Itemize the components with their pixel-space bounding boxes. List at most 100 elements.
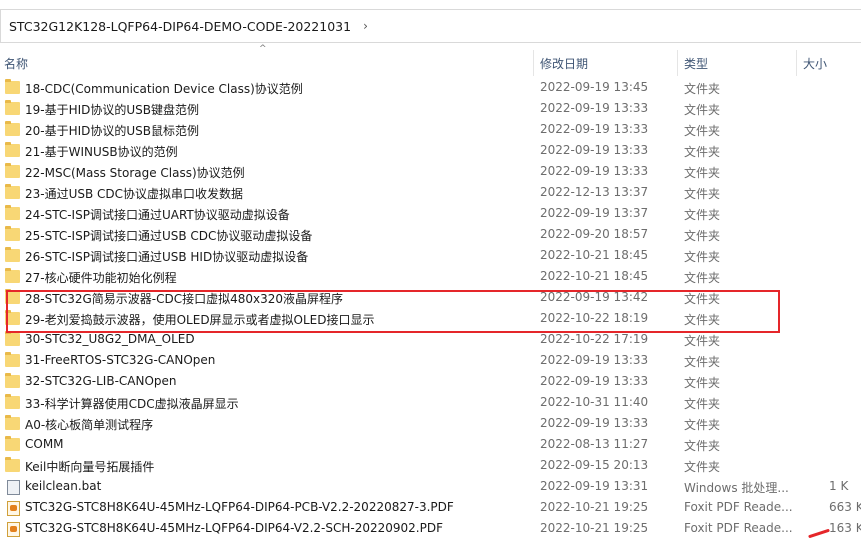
file-list-row[interactable]: 20-基于HID协议的USB鼠标范例 2022-09-19 13:33 文件夹 xyxy=(0,119,861,140)
file-name[interactable]: Keil中断向量号拓展插件 xyxy=(25,458,154,475)
folder-icon xyxy=(5,226,20,241)
file-name[interactable]: 20-基于HID协议的USB鼠标范例 xyxy=(25,122,199,139)
file-type: Foxit PDF Reade... xyxy=(684,500,793,514)
column-header-size[interactable]: 大小 xyxy=(803,55,827,72)
folder-icon xyxy=(5,436,20,451)
file-list-row[interactable]: 26-STC-ISP调试接口通过USB HID协议驱动虚拟设备 2022-10-2… xyxy=(0,245,861,266)
folder-icon xyxy=(5,352,20,367)
file-type: 文件夹 xyxy=(684,418,721,432)
folder-icon xyxy=(5,268,20,283)
file-name[interactable]: 31-FreeRTOS-STC32G-CANOpen xyxy=(25,353,215,367)
file-size: 1 K xyxy=(829,479,849,493)
file-name[interactable]: 33-科学计算器使用CDC虚拟液晶屏显示 xyxy=(25,395,239,412)
column-header-row: ^ 名称 修改日期 类型 大小 xyxy=(0,44,861,76)
column-divider[interactable] xyxy=(677,50,678,76)
file-name[interactable]: 24-STC-ISP调试接口通过UART协议驱动虚拟设备 xyxy=(25,206,290,223)
file-name[interactable]: 18-CDC(Communication Device Class)协议范例 xyxy=(25,80,303,97)
file-type: 文件夹 xyxy=(684,187,721,201)
file-list-row[interactable]: 31-FreeRTOS-STC32G-CANOpen 2022-09-19 13:… xyxy=(0,350,861,371)
file-type: 文件夹 xyxy=(684,460,721,474)
file-type: 文件夹 xyxy=(684,376,721,390)
file-name[interactable]: STC32G-STC8H8K64U-45MHz-LQFP64-DIP64-V2.… xyxy=(25,521,443,535)
file-list-row[interactable]: 18-CDC(Communication Device Class)协议范例 20… xyxy=(0,77,861,98)
file-list-row[interactable]: 27-核心硬件功能初始化例程 2022-10-21 18:45 文件夹 xyxy=(0,266,861,287)
file-type: 文件夹 xyxy=(684,82,721,96)
file-list-row[interactable]: Keil中断向量号拓展插件 2022-09-15 20:13 文件夹 xyxy=(0,455,861,476)
folder-icon xyxy=(5,394,20,409)
file-type: 文件夹 xyxy=(684,208,721,222)
file-name[interactable]: 23-通过USB CDC协议虚拟串口收发数据 xyxy=(25,185,243,202)
file-name[interactable]: STC32G-STC8H8K64U-45MHz-LQFP64-DIP64-PCB… xyxy=(25,500,454,514)
file-modified-date: 2022-09-19 13:45 xyxy=(540,80,649,94)
file-name[interactable]: 32-STC32G-LIB-CANOpen xyxy=(25,374,177,388)
file-name[interactable]: 25-STC-ISP调试接口通过USB CDC协议驱动虚拟设备 xyxy=(25,227,312,244)
file-type: 文件夹 xyxy=(684,229,721,243)
file-name[interactable]: 21-基于WINUSB协议的范例 xyxy=(25,143,178,160)
file-type: 文件夹 xyxy=(684,271,721,285)
file-modified-date: 2022-09-19 13:33 xyxy=(540,374,649,388)
file-name[interactable]: 26-STC-ISP调试接口通过USB HID协议驱动虚拟设备 xyxy=(25,248,308,265)
file-type: 文件夹 xyxy=(684,439,721,453)
file-type: 文件夹 xyxy=(684,355,721,369)
file-list-row[interactable]: 21-基于WINUSB协议的范例 2022-09-19 13:33 文件夹 xyxy=(0,140,861,161)
file-name[interactable]: A0-核心板简单测试程序 xyxy=(25,416,153,433)
file-modified-date: 2022-09-19 13:33 xyxy=(540,416,649,430)
column-header-date[interactable]: 修改日期 xyxy=(540,55,588,72)
file-name[interactable]: keilclean.bat xyxy=(25,479,101,493)
folder-icon xyxy=(5,163,20,178)
column-divider[interactable] xyxy=(533,50,534,76)
folder-icon xyxy=(5,79,20,94)
file-size: 663 K xyxy=(829,500,861,514)
file-type: 文件夹 xyxy=(684,250,721,264)
folder-icon xyxy=(5,415,20,430)
file-type: Windows 批处理... xyxy=(684,481,789,495)
file-list-row[interactable]: STC32G-STC8H8K64U-45MHz-LQFP64-DIP64-PCB… xyxy=(0,497,861,518)
folder-icon xyxy=(5,205,20,220)
file-list-row[interactable]: keilclean.bat 2022-09-19 13:31 Windows 批处理… xyxy=(0,476,861,497)
file-type: 文件夹 xyxy=(684,397,721,411)
pdf-file-icon xyxy=(7,522,20,537)
address-bar[interactable]: STC32G12K128-LQFP64-DIP64-DEMO-CODE-2022… xyxy=(0,9,861,43)
file-type: 文件夹 xyxy=(684,124,721,138)
file-list-row[interactable]: 33-科学计算器使用CDC虚拟液晶屏显示 2022-10-31 11:40 文件夹 xyxy=(0,392,861,413)
file-list-row[interactable]: 23-通过USB CDC协议虚拟串口收发数据 2022-12-13 13:37 文件… xyxy=(0,182,861,203)
red-highlight-box xyxy=(6,290,780,333)
file-modified-date: 2022-10-21 18:45 xyxy=(540,248,649,262)
batch-file-icon xyxy=(7,480,20,495)
file-type: Foxit PDF Reade... xyxy=(684,521,793,535)
file-list-row[interactable]: 32-STC32G-LIB-CANOpen 2022-09-19 13:33 文件夹 xyxy=(0,371,861,392)
file-name[interactable]: 27-核心硬件功能初始化例程 xyxy=(25,269,177,286)
file-type: 文件夹 xyxy=(684,334,721,348)
file-list-row[interactable]: STC32G-STC8H8K64U-45MHz-LQFP64-DIP64-V2.… xyxy=(0,518,861,539)
file-size: 163 K xyxy=(829,521,861,535)
folder-icon xyxy=(5,142,20,157)
column-header-name[interactable]: 名称 xyxy=(4,55,28,72)
file-modified-date: 2022-09-20 18:57 xyxy=(540,227,649,241)
file-modified-date: 2022-09-19 13:33 xyxy=(540,353,649,367)
file-list-row[interactable]: 19-基于HID协议的USB键盘范例 2022-09-19 13:33 文件夹 xyxy=(0,98,861,119)
file-type: 文件夹 xyxy=(684,103,721,117)
file-modified-date: 2022-10-21 19:25 xyxy=(540,500,649,514)
file-list-row[interactable]: COMM 2022-08-13 11:27 文件夹 xyxy=(0,434,861,455)
chevron-right-icon[interactable]: › xyxy=(363,19,368,33)
folder-icon xyxy=(5,373,20,388)
file-name[interactable]: 19-基于HID协议的USB键盘范例 xyxy=(25,101,199,118)
file-name[interactable]: COMM xyxy=(25,437,64,451)
breadcrumb-path[interactable]: STC32G12K128-LQFP64-DIP64-DEMO-CODE-2022… xyxy=(9,19,351,34)
file-list-row[interactable]: 24-STC-ISP调试接口通过UART协议驱动虚拟设备 2022-09-19 1… xyxy=(0,203,861,224)
file-list-row[interactable]: A0-核心板简单测试程序 2022-09-19 13:33 文件夹 xyxy=(0,413,861,434)
file-modified-date: 2022-10-22 17:19 xyxy=(540,332,649,346)
column-header-type[interactable]: 类型 xyxy=(684,55,708,72)
file-modified-date: 2022-09-19 13:33 xyxy=(540,101,649,115)
file-modified-date: 2022-10-21 18:45 xyxy=(540,269,649,283)
file-type: 文件夹 xyxy=(684,166,721,180)
file-modified-date: 2022-09-19 13:33 xyxy=(540,122,649,136)
file-name[interactable]: 22-MSC(Mass Storage Class)协议范例 xyxy=(25,164,245,181)
column-divider[interactable] xyxy=(796,50,797,76)
sort-ascending-icon: ^ xyxy=(259,44,267,54)
file-list-row[interactable]: 22-MSC(Mass Storage Class)协议范例 2022-09-19… xyxy=(0,161,861,182)
folder-icon xyxy=(5,121,20,136)
file-list-row[interactable]: 25-STC-ISP调试接口通过USB CDC协议驱动虚拟设备 2022-09-2… xyxy=(0,224,861,245)
pdf-file-icon xyxy=(7,501,20,516)
file-name[interactable]: 30-STC32_U8G2_DMA_OLED xyxy=(25,332,195,346)
